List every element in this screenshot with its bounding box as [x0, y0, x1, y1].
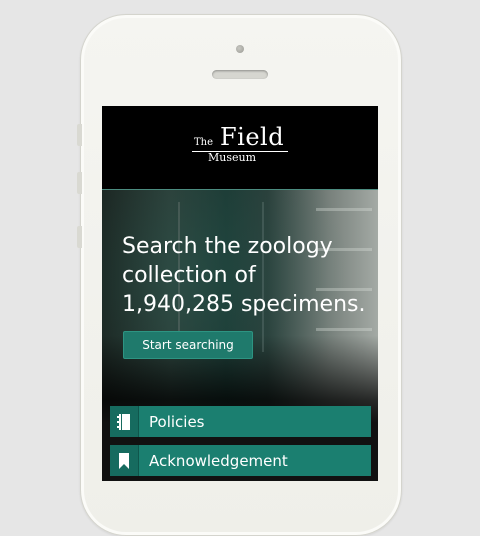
field-museum-logo[interactable]: The Field Museum: [192, 123, 292, 168]
volume-up-button: [77, 172, 82, 194]
logo-field: Field: [220, 123, 285, 151]
mute-switch: [77, 124, 82, 146]
site-header: The Field Museum: [102, 106, 378, 190]
bookmark-icon: [110, 445, 139, 476]
volume-down-button: [77, 226, 82, 248]
notebook-icon: [110, 406, 139, 437]
menu-item-label: Acknowledgement: [149, 451, 288, 470]
hero-banner: Search the zoology collection of 1,940,2…: [102, 190, 378, 481]
phone-screen: The Field Museum Search the zoology coll…: [102, 106, 378, 481]
logo-museum: Museum: [208, 151, 257, 164]
menu-item-policies[interactable]: Policies: [110, 406, 371, 437]
front-camera: [236, 45, 244, 53]
menu-item-label: Policies: [149, 412, 205, 431]
earpiece-speaker: [212, 70, 268, 79]
shelf-line: [316, 328, 372, 331]
hero-headline: Search the zoology collection of 1,940,2…: [122, 234, 366, 317]
logo-the: The: [194, 137, 214, 148]
menu-item-acknowledgement[interactable]: Acknowledgement: [110, 445, 371, 476]
shelf-line: [316, 208, 372, 211]
start-searching-button[interactable]: Start searching: [123, 331, 253, 359]
